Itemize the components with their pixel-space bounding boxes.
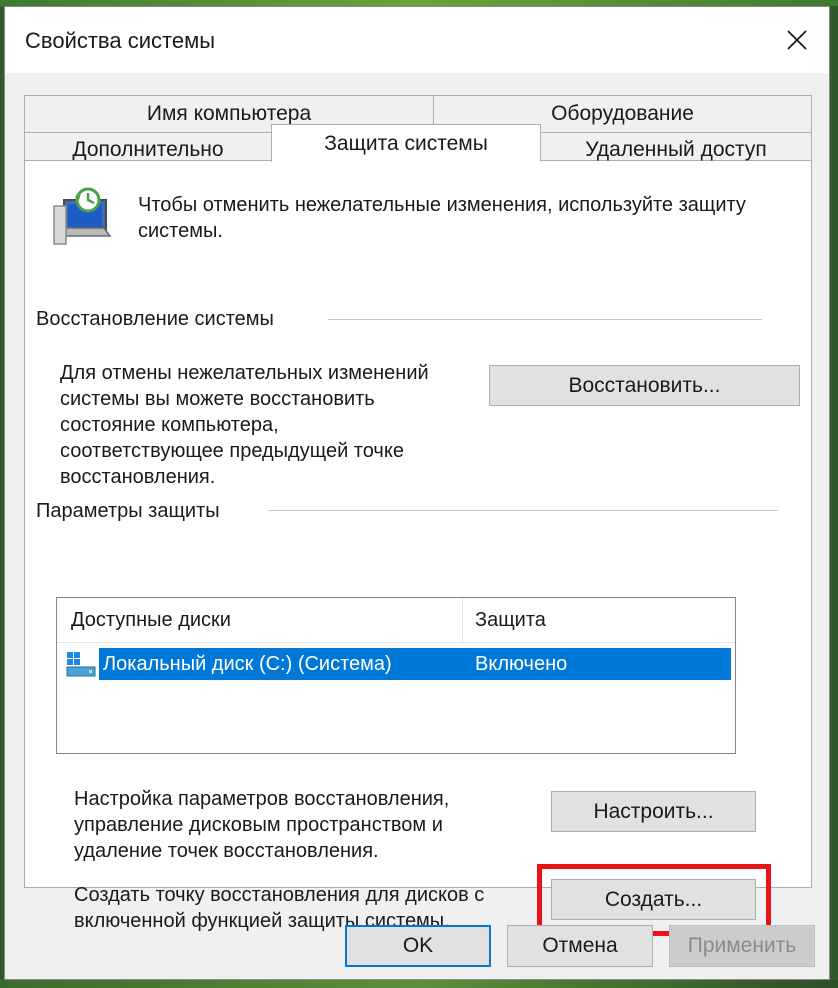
- title-bar: Свойства системы: [5, 7, 829, 73]
- desktop-background-bottom: [0, 980, 838, 988]
- restore-description-line-4: соответствующее предыдущей точке: [60, 440, 404, 462]
- protection-heading: Параметры защиты: [36, 500, 220, 522]
- tab-remote[interactable]: Удаленный доступ: [540, 132, 812, 161]
- drive-icon: [66, 652, 96, 677]
- restore-description-line-3: состояние компьютера,: [60, 414, 279, 436]
- tab-label: Защита системы: [324, 131, 488, 155]
- system-properties-dialog: Свойства системы Имя компьютера Оборудов…: [4, 6, 830, 980]
- column-protection[interactable]: Защита: [475, 598, 546, 642]
- create-description-line-1: Создать точку восстановления для дисков …: [74, 884, 485, 906]
- protection-status-cell: Включено: [475, 652, 568, 675]
- protection-heading-line: [268, 510, 778, 511]
- column-available-drives[interactable]: Доступные диски: [71, 598, 231, 642]
- drives-list-header: Доступные диски Защита: [57, 598, 735, 643]
- window-title: Свойства системы: [25, 28, 216, 53]
- system-protection-icon: [53, 187, 112, 245]
- configure-button[interactable]: Настроить...: [551, 791, 756, 832]
- restore-button[interactable]: Восстановить...: [489, 365, 800, 406]
- restore-description-line-2: системы вы можете восстановить: [60, 388, 375, 410]
- tab-label: Имя компьютера: [146, 102, 312, 125]
- configure-description-line-3: удаление точек восстановления.: [74, 840, 379, 862]
- tab-label: Дополнительно: [72, 138, 224, 161]
- ok-button[interactable]: OK: [345, 925, 491, 967]
- configure-description-line-1: Настройка параметров восстановления,: [74, 788, 450, 810]
- system-protection-pane: Чтобы отменить нежелательные изменения, …: [24, 160, 812, 936]
- tab-label: Удаленный доступ: [585, 138, 767, 161]
- tab-advanced[interactable]: Дополнительно: [24, 132, 272, 161]
- restore-heading-line: [328, 319, 762, 320]
- create-button[interactable]: Создать...: [551, 879, 756, 920]
- table-row[interactable]: Локальный диск (C:) (Система) Включено: [99, 648, 731, 680]
- drives-list[interactable]: Доступные диски Защита Локальный диск (C…: [56, 597, 736, 754]
- configure-description-line-2: управление дисковым пространством и: [74, 814, 443, 836]
- dialog-client-area: Имя компьютера Оборудование Дополнительн…: [5, 73, 829, 979]
- restore-heading: Восстановление системы: [36, 308, 274, 330]
- close-icon: [787, 30, 807, 50]
- restore-description-line-5: восстановления.: [60, 466, 216, 488]
- drive-name-cell: Локальный диск (C:) (Система): [103, 652, 392, 675]
- tab-system-protection[interactable]: Защита системы: [271, 124, 541, 162]
- column-divider: [462, 598, 463, 642]
- close-button[interactable]: [771, 15, 823, 65]
- restore-description-line-1: Для отмены нежелательных изменений: [60, 362, 429, 384]
- tab-label: Оборудование: [551, 102, 694, 125]
- cancel-button[interactable]: Отмена: [507, 925, 653, 967]
- intro-text: Чтобы отменить нежелательные изменения, …: [138, 194, 746, 242]
- apply-button[interactable]: Применить: [669, 925, 815, 967]
